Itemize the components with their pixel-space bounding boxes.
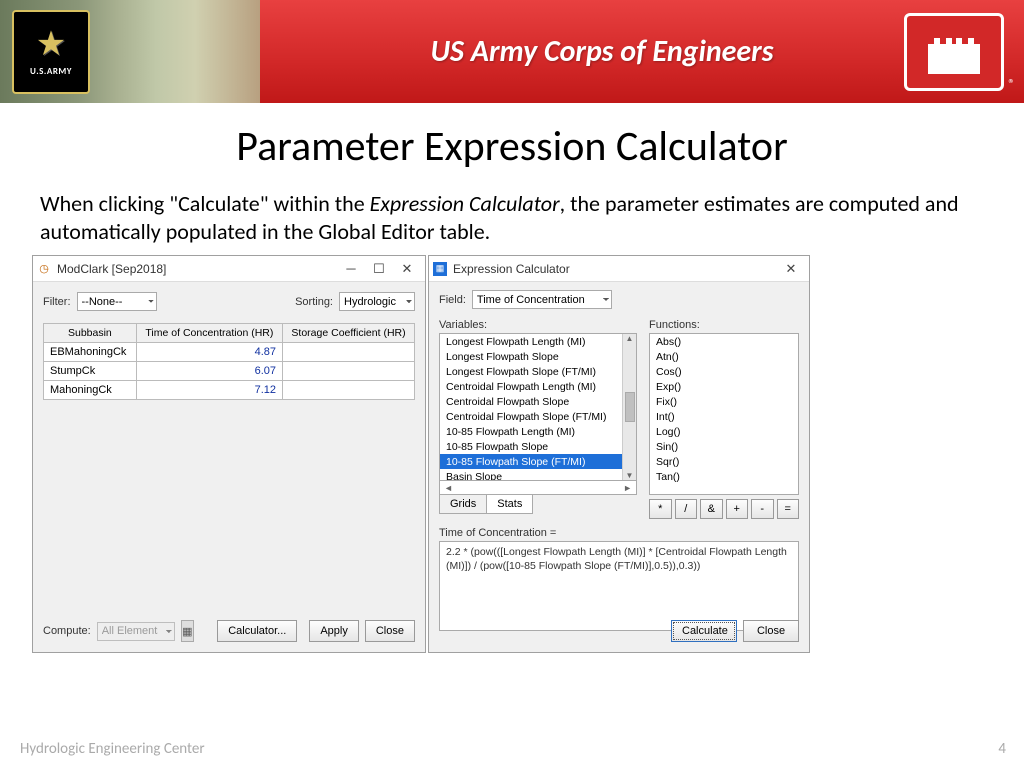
variable-item[interactable]: Centroidal Flowpath Length (MI) <box>440 379 636 394</box>
function-item[interactable]: Sqr() <box>650 454 798 469</box>
variable-item[interactable]: Centroidal Flowpath Slope (FT/MI) <box>440 409 636 424</box>
table-row[interactable]: EBMahoningCk4.87 <box>44 343 415 362</box>
table-row[interactable]: MahoningCk7.12 <box>44 381 415 400</box>
col-sc[interactable]: Storage Coefficient (HR) <box>283 324 415 343</box>
registered-mark-icon: ® <box>1008 77 1015 92</box>
sorting-label: Sorting: <box>295 296 333 308</box>
us-army-badge: ★ U.S.ARMY <box>12 10 90 94</box>
modclark-titlebar[interactable]: ◷ ModClark [Sep2018] ─ ☐ ✕ <box>33 256 425 282</box>
castle-icon <box>924 30 984 74</box>
variable-item[interactable]: Longest Flowpath Slope (FT/MI) <box>440 364 636 379</box>
function-item[interactable]: Fix() <box>650 394 798 409</box>
functions-listbox[interactable]: Abs()Atn()Cos()Exp()Fix()Int()Log()Sin()… <box>649 333 799 495</box>
close-button[interactable]: ✕ <box>777 261 805 277</box>
windows-area: ◷ ModClark [Sep2018] ─ ☐ ✕ Filter: --Non… <box>0 255 1024 655</box>
tab-grids[interactable]: Grids <box>439 494 487 514</box>
scroll-bar[interactable]: ▲▼ <box>622 334 636 480</box>
sorting-select[interactable]: Hydrologic <box>339 292 415 311</box>
page-number: 4 <box>998 740 1006 758</box>
function-item[interactable]: Abs() <box>650 334 798 349</box>
functions-label: Functions: <box>649 319 799 331</box>
field-select[interactable]: Time of Concentration <box>472 290 612 309</box>
tab-stats[interactable]: Stats <box>486 494 533 514</box>
body-ital: Expression Calculator <box>370 190 560 217</box>
variable-item[interactable]: Longest Flowpath Slope <box>440 349 636 364</box>
variables-listbox[interactable]: Longest Flowpath Length (MI)Longest Flow… <box>439 333 637 481</box>
function-item[interactable]: Exp() <box>650 379 798 394</box>
variable-item[interactable]: 10-85 Flowpath Length (MI) <box>440 424 636 439</box>
corps-title: US Army Corps of Engineers <box>300 33 904 70</box>
slide-body: When clicking "Calculate" within the Exp… <box>0 172 1024 245</box>
function-item[interactable]: Tan() <box>650 469 798 484</box>
calculator-button[interactable]: Calculator... <box>217 620 297 642</box>
compute-select: All Elements <box>97 622 175 641</box>
variable-item[interactable]: Basin Slope <box>440 469 636 481</box>
modclark-title: ModClark [Sep2018] <box>57 262 166 276</box>
operator-button[interactable]: & <box>700 499 723 519</box>
function-item[interactable]: Cos() <box>650 364 798 379</box>
app-icon: ◷ <box>37 262 51 276</box>
col-subbasin[interactable]: Subbasin <box>44 324 137 343</box>
variable-item[interactable]: 10-85 Flowpath Slope (FT/MI) <box>440 454 636 469</box>
modclark-button-bar: Compute: All Elements ▦ Calculator... Ap… <box>43 620 415 642</box>
expression-textarea[interactable]: 2.2 * (pow(([Longest Flowpath Length (MI… <box>439 541 799 631</box>
expression-label: Time of Concentration = <box>439 527 799 539</box>
filter-label: Filter: <box>43 296 71 308</box>
operator-button[interactable]: - <box>751 499 774 519</box>
expression-calculator-window: ▦ Expression Calculator ✕ Field: Time of… <box>428 255 810 653</box>
variable-item[interactable]: 10-85 Flowpath Slope <box>440 439 636 454</box>
function-item[interactable]: Atn() <box>650 349 798 364</box>
close-button[interactable]: Close <box>743 620 799 642</box>
modclark-window: ◷ ModClark [Sep2018] ─ ☐ ✕ Filter: --Non… <box>32 255 426 653</box>
compute-label: Compute: <box>43 625 91 637</box>
operator-button[interactable]: = <box>777 499 800 519</box>
table-row[interactable]: StumpCk6.07 <box>44 362 415 381</box>
compute-run-icon[interactable]: ▦ <box>181 620 194 642</box>
slide-footer: Hydrologic Engineering Center 4 <box>20 740 1006 758</box>
operator-button[interactable]: / <box>675 499 698 519</box>
variable-item[interactable]: Centroidal Flowpath Slope <box>440 394 636 409</box>
footer-left: Hydrologic Engineering Center <box>20 740 205 758</box>
army-sub-label: U.S.ARMY <box>30 66 72 77</box>
usace-castle-badge: ® <box>904 13 1004 91</box>
body-pre: When clicking "Calculate" within the <box>40 190 370 217</box>
exprcalc-button-bar: Calculate Close <box>671 620 799 642</box>
banner-right: US Army Corps of Engineers ® <box>260 0 1024 103</box>
header-banner: ★ U.S.ARMY US Army Corps of Engineers ® <box>0 0 1024 103</box>
function-item[interactable]: Log() <box>650 424 798 439</box>
exprcalc-titlebar[interactable]: ▦ Expression Calculator ✕ <box>429 256 809 282</box>
maximize-button[interactable]: ☐ <box>365 261 393 277</box>
star-icon: ★ <box>36 28 66 62</box>
slide-title: Parameter Expression Calculator <box>0 121 1024 172</box>
banner-left: ★ U.S.ARMY <box>0 0 260 103</box>
parameter-table: Subbasin Time of Concentration (HR) Stor… <box>43 323 415 400</box>
close-button[interactable]: ✕ <box>393 261 421 277</box>
calculate-button[interactable]: Calculate <box>671 620 737 642</box>
horizontal-scroll[interactable]: ◄► <box>439 481 637 495</box>
col-toc[interactable]: Time of Concentration (HR) <box>136 324 282 343</box>
operator-button[interactable]: + <box>726 499 749 519</box>
calculator-icon: ▦ <box>433 262 447 276</box>
apply-button[interactable]: Apply <box>309 620 359 642</box>
variables-label: Variables: <box>439 319 637 331</box>
function-item[interactable]: Sin() <box>650 439 798 454</box>
filter-select[interactable]: --None-- <box>77 292 157 311</box>
minimize-button[interactable]: ─ <box>337 261 365 276</box>
exprcalc-title: Expression Calculator <box>453 262 570 276</box>
field-label: Field: <box>439 294 466 306</box>
variable-item[interactable]: Longest Flowpath Length (MI) <box>440 334 636 349</box>
operator-button[interactable]: * <box>649 499 672 519</box>
function-item[interactable]: Int() <box>650 409 798 424</box>
close-button[interactable]: Close <box>365 620 415 642</box>
